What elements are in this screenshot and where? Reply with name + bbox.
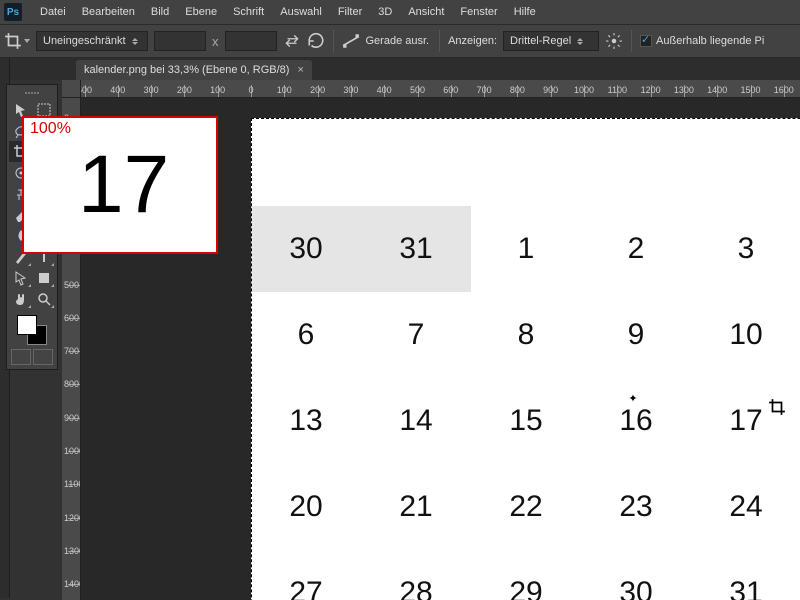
panel-grip[interactable] bbox=[9, 89, 55, 97]
calendar-cell: 27 bbox=[251, 550, 361, 600]
app-logo: Ps bbox=[4, 3, 22, 21]
zoom-preview-percent: 100% bbox=[30, 120, 71, 138]
zoom-preview-overlay: 100% 17 bbox=[22, 116, 218, 254]
straighten-label[interactable]: Gerade ausr. bbox=[366, 35, 430, 47]
calendar-cell: 21 bbox=[361, 464, 471, 550]
ruler-horizontal[interactable]: 5004003002001000100200300400500600700800… bbox=[81, 80, 800, 98]
document-tab-title: kalender.png bei 33,3% (Ebene 0, RGB/8) bbox=[84, 64, 289, 76]
tool-hand[interactable] bbox=[9, 288, 32, 309]
menu-bild[interactable]: Bild bbox=[143, 2, 177, 22]
calendar-cell: 29 bbox=[471, 550, 581, 600]
aspect-ratio-value: Uneingeschränkt bbox=[43, 35, 126, 47]
calendar-cell: 2 bbox=[581, 206, 691, 292]
foreground-swatch[interactable] bbox=[17, 315, 37, 335]
menu-schrift[interactable]: Schrift bbox=[225, 2, 272, 22]
overlay-show-label: Anzeigen: bbox=[448, 35, 497, 47]
overlay-value: Drittel-Regel bbox=[510, 35, 571, 47]
crop-options-gear-icon[interactable] bbox=[605, 32, 623, 50]
swap-dimensions-button[interactable] bbox=[283, 32, 301, 50]
options-bar: Uneingeschränkt x Gerade ausr. Anzeigen:… bbox=[0, 24, 800, 58]
calendar-cell: 31 bbox=[361, 206, 471, 292]
crop-cursor-icon bbox=[768, 398, 786, 419]
menu-hilfe[interactable]: Hilfe bbox=[506, 2, 544, 22]
tool-shape[interactable] bbox=[32, 267, 55, 288]
menu-datei[interactable]: Datei bbox=[32, 2, 74, 22]
calendar-cell: 15 bbox=[471, 378, 581, 464]
calendar-cell: 14 bbox=[361, 378, 471, 464]
zoom-preview-value: 17 bbox=[78, 144, 169, 226]
crop-height-input[interactable] bbox=[225, 31, 277, 51]
close-tab-button[interactable]: × bbox=[297, 64, 303, 76]
dimension-x-label: x bbox=[212, 34, 219, 49]
menu-auswahl[interactable]: Auswahl bbox=[272, 2, 330, 22]
calendar-cell: 3 bbox=[691, 206, 800, 292]
clear-ratio-button[interactable] bbox=[307, 32, 325, 50]
document-tab[interactable]: kalender.png bei 33,3% (Ebene 0, RGB/8) … bbox=[76, 60, 312, 80]
menu-bearbeiten[interactable]: Bearbeiten bbox=[74, 2, 143, 22]
crop-rect[interactable]: ✦ ✦ bbox=[633, 398, 800, 600]
calendar-cell: 30 bbox=[251, 206, 361, 292]
document-tab-row: kalender.png bei 33,3% (Ebene 0, RGB/8) … bbox=[0, 58, 800, 80]
calendar-cell: 1 bbox=[471, 206, 581, 292]
calendar-cell: 7 bbox=[361, 292, 471, 378]
menu-ansicht[interactable]: Ansicht bbox=[400, 2, 452, 22]
tool-path-select[interactable] bbox=[9, 267, 32, 288]
ruler-origin[interactable] bbox=[62, 80, 81, 98]
calendar-cell: 20 bbox=[251, 464, 361, 550]
calendar-cell: 9 bbox=[581, 292, 691, 378]
delete-outside-label: Außerhalb liegende Pi bbox=[656, 35, 764, 47]
menu-fenster[interactable]: Fenster bbox=[452, 2, 505, 22]
calendar-cell: 6 bbox=[251, 292, 361, 378]
tool-zoom[interactable] bbox=[32, 288, 55, 309]
calendar-cell: 8 bbox=[471, 292, 581, 378]
color-swatches[interactable] bbox=[17, 315, 47, 345]
standard-mode-button[interactable] bbox=[11, 349, 31, 365]
calendar-cell: 22 bbox=[471, 464, 581, 550]
straighten-icon[interactable] bbox=[342, 32, 360, 50]
crop-width-input[interactable] bbox=[154, 31, 206, 51]
menu-ebene[interactable]: Ebene bbox=[177, 2, 225, 22]
quickmask-mode-button[interactable] bbox=[33, 349, 53, 365]
calendar-cell: 13 bbox=[251, 378, 361, 464]
aspect-ratio-dropdown[interactable]: Uneingeschränkt bbox=[36, 31, 148, 51]
crop-handle-top-left[interactable]: ✦ bbox=[628, 393, 638, 403]
menu-bar: Ps DateiBearbeitenBildEbeneSchriftAuswah… bbox=[0, 0, 800, 24]
menu-3d[interactable]: 3D bbox=[370, 2, 400, 22]
delete-outside-checkbox[interactable]: Außerhalb liegende Pi bbox=[640, 35, 764, 47]
menu-filter[interactable]: Filter bbox=[330, 2, 370, 22]
overlay-dropdown[interactable]: Drittel-Regel bbox=[503, 31, 599, 51]
calendar-cell: 28 bbox=[361, 550, 471, 600]
active-tool-icon[interactable] bbox=[4, 29, 30, 53]
calendar-cell: 10 bbox=[691, 292, 800, 378]
